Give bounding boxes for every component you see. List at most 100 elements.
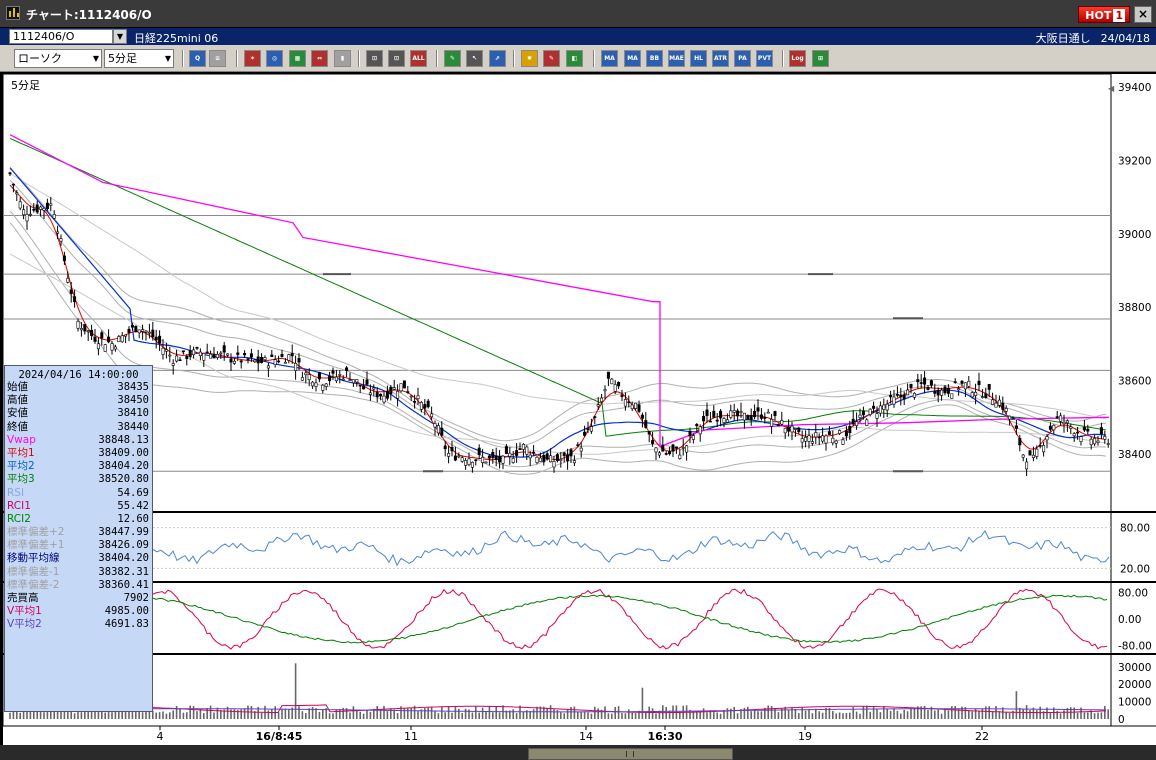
candle-body (926, 387, 930, 390)
candle-body (763, 417, 767, 419)
candle-body (185, 356, 189, 359)
chart-canvas[interactable]: 39400 39200 39000 38800 38600 38400 ◀ 5分足 80.00 2… (3, 74, 1156, 745)
candle-body (32, 208, 36, 211)
toolbar-button-15[interactable]: ✎ (543, 50, 560, 67)
symbol-input[interactable]: 1112406/O (9, 29, 113, 44)
toolbar-button-10[interactable]: ALL (410, 50, 427, 67)
toolbar-button-24[interactable]: PVT (756, 50, 773, 67)
candle-body (443, 445, 447, 450)
candle-body (742, 412, 746, 421)
candle-body (430, 413, 434, 418)
candle-body (205, 351, 209, 354)
toolbar-button-4[interactable]: ◎ (266, 50, 283, 67)
candle-body (719, 410, 723, 419)
toolbar-separator (436, 50, 438, 67)
toolbar-button-21[interactable]: HL (690, 50, 707, 67)
info-label: V平均2 (7, 618, 42, 631)
toolbar-button-16[interactable]: ◧ (566, 50, 583, 67)
candle-body (1093, 438, 1097, 445)
candle-body (120, 335, 124, 343)
candle-body (93, 336, 97, 342)
toolbar-button-25[interactable]: Log (789, 50, 806, 67)
candle-body (440, 427, 444, 436)
candle-body (294, 363, 298, 371)
rci-axis-label: 80.00 (1118, 588, 1148, 600)
info-row: 標準偏差+2 38447.99 (5, 526, 152, 539)
symbol-dropdown-icon[interactable]: ▼ (113, 29, 127, 44)
toolbar-button-17[interactable]: MA (601, 50, 618, 67)
toolbar-button-9[interactable]: ⊡ (388, 50, 405, 67)
rci-axis-label: 0.00 (1118, 614, 1141, 626)
candle-body (770, 418, 774, 427)
candle-body (396, 390, 400, 399)
toolbar-button-6[interactable]: ⇔ (311, 50, 328, 67)
candle-body (368, 392, 372, 395)
candle-body (164, 349, 168, 352)
toolbar-button-23[interactable]: PA (734, 50, 751, 67)
chart-area[interactable]: 39400 39200 39000 38800 38600 38400 ◀ 5分足 80.00 2… (3, 74, 1156, 745)
toolbar-button-1[interactable]: Q (189, 50, 206, 67)
hot-button[interactable]: HOT 1 (1078, 6, 1130, 23)
candle-body (416, 395, 420, 400)
price-axis-label: 39000 (1118, 229, 1151, 241)
toolbar-button-19[interactable]: BB (646, 50, 663, 67)
candle-body (423, 404, 427, 409)
candle-body (1028, 450, 1032, 456)
candle-body (790, 425, 794, 433)
candle-body (290, 353, 294, 357)
window-title: チャート:1112406/O (26, 8, 152, 22)
candle-body (215, 354, 219, 358)
toolbar-button-3[interactable]: ✶ (244, 50, 261, 67)
candle-body (188, 350, 192, 357)
info-row: 標準偏差-2 38360.41 (5, 579, 152, 592)
toolbar-button-13[interactable]: ⇗ (489, 50, 506, 67)
toolbar-button-11[interactable]: ✎ (444, 50, 461, 67)
candle-body (613, 384, 617, 392)
candle-body (280, 353, 284, 357)
session-info: 大阪日通し 24/04/18 (1026, 30, 1150, 46)
candle-body (1018, 437, 1022, 446)
info-row: 始値 38435 (5, 381, 152, 394)
candle-body (137, 329, 141, 334)
toolbar-button-8[interactable]: ⊡ (366, 50, 383, 67)
candle-body (518, 448, 522, 450)
interval-select[interactable]: 5分足 ▼ (104, 49, 174, 68)
toolbar-button-5[interactable]: ▦ (289, 50, 306, 67)
candle-body (181, 350, 185, 353)
toolbar-button-22[interactable]: ATR (712, 50, 729, 67)
info-label: 標準偏差-2 (7, 578, 60, 591)
toolbar-button-20[interactable]: MAE (668, 50, 685, 67)
candle-body (736, 410, 740, 417)
toolbar-button-14[interactable]: ✹ (521, 50, 538, 67)
date-axis-label: 16:30 (647, 730, 682, 743)
candle-body (912, 392, 916, 398)
candle-body (413, 400, 417, 403)
toolbar-button-18[interactable]: MA (624, 50, 641, 67)
info-label: 標準偏差-1 (7, 565, 60, 578)
candle-body (198, 351, 202, 357)
candle-body (827, 431, 831, 435)
candle-body (202, 353, 206, 361)
candle-body (212, 354, 216, 359)
chart-type-select[interactable]: ローソク ▼ (14, 49, 102, 68)
candle-body (722, 418, 726, 423)
candle-body (375, 392, 379, 398)
toolbar-separator (358, 50, 360, 67)
toolbar-button-26[interactable]: ⊞ (812, 50, 829, 67)
info-value: 38426.09 (98, 539, 149, 552)
close-button[interactable]: × (1134, 6, 1152, 23)
candle-body (25, 214, 29, 222)
candle-body (498, 456, 502, 463)
toolbar-button-12[interactable]: ↖ (466, 50, 483, 67)
toolbar-button-2[interactable]: ≡ (209, 50, 226, 67)
candle-body (841, 439, 845, 445)
candle-body (1082, 426, 1086, 431)
candle-body (1103, 436, 1107, 440)
candle-body (161, 347, 165, 355)
info-value: 7902 (123, 592, 149, 604)
toolbar-button-7[interactable]: ▮ (334, 50, 351, 67)
horizontal-scrollbar[interactable] (0, 745, 1156, 760)
info-panel: 2024/04/16 14:00:00 始値 38435 高値 38450 安値 3841… (4, 365, 153, 712)
candle-body (11, 183, 15, 186)
candle-body (715, 419, 719, 422)
